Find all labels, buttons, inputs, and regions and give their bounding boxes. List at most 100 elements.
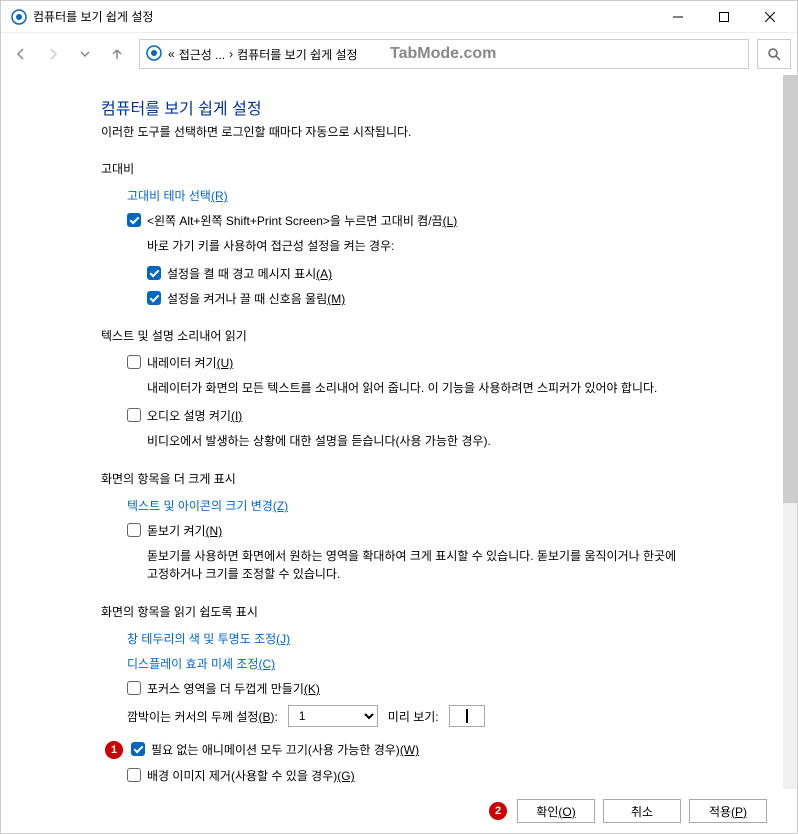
up-button[interactable]	[103, 40, 131, 68]
check-contrast-toggle-row: <왼쪽 Alt+왼쪽 Shift+Print Screen>을 누르면 고대비 …	[127, 212, 683, 229]
check-warn-key: (A)	[316, 267, 332, 281]
check-narrator[interactable]	[127, 355, 141, 369]
check-audio-key: (I)	[231, 409, 242, 423]
link-border-color[interactable]: 창 테두리의 색 및 투명도 조정(J)	[127, 630, 290, 647]
section-larger: 화면의 항목을 더 크게 표시 텍스트 및 아이콘의 크기 변경(Z) 돋보기 …	[101, 470, 683, 583]
link-contrast-theme-text: 고대비 테마 선택	[127, 189, 211, 203]
link-display-fine[interactable]: 디스플레이 효과 미세 조정(C)	[127, 655, 275, 672]
check-sound-row: 설정을 켜거나 끌 때 신호음 울림(M)	[147, 290, 683, 307]
watermark: TabMode.com	[390, 45, 496, 63]
narrator-help: 내레이터가 화면의 모든 텍스트를 소리내어 읽어 줍니다. 이 기능을 사용하…	[147, 379, 683, 397]
audio-help: 비디오에서 발생하는 상황에 대한 설명을 듣습니다(사용 가능한 경우).	[147, 432, 683, 450]
link-contrast-theme-key: (R)	[211, 189, 228, 203]
check-animation-key: (W)	[400, 743, 419, 757]
check-warn-label: 설정을 켤 때 경고 메시지 표시(A)	[167, 265, 332, 282]
recent-button[interactable]	[71, 40, 99, 68]
ok-key: (O)	[558, 805, 575, 819]
section-contrast-title: 고대비	[101, 160, 683, 177]
breadcrumb-item2[interactable]: 컴퓨터를 보기 쉽게 설정	[237, 46, 357, 63]
cursor-width-key: (B)	[258, 710, 274, 724]
check-warn-row: 설정을 켤 때 경고 메시지 표시(A)	[147, 265, 683, 282]
cursor-preview-box	[449, 705, 485, 727]
scrollbar[interactable]	[783, 75, 797, 789]
link-contrast-theme[interactable]: 고대비 테마 선택(R)	[127, 187, 228, 204]
cursor-width-row: 깜박이는 커서의 두께 설정(B): 1 미리 보기:	[127, 705, 683, 727]
check-sound-text: 설정을 켜거나 끌 때 신호음 울림	[167, 292, 327, 306]
badge-1: 1	[105, 741, 123, 759]
check-background-row: 배경 이미지 제거(사용할 수 있을 경우)(G)	[127, 767, 683, 784]
titlebar: 컴퓨터를 보기 쉽게 설정	[1, 1, 797, 33]
cancel-button[interactable]: 취소	[603, 799, 681, 823]
check-narrator-key: (U)	[217, 356, 234, 370]
ok-button[interactable]: 확인(O)	[517, 799, 595, 823]
breadcrumb[interactable]: « 접근성 ... › 컴퓨터를 보기 쉽게 설정 TabMode.com	[139, 39, 749, 69]
check-sound[interactable]	[147, 291, 161, 305]
check-warn-text: 설정을 켤 때 경고 메시지 표시	[167, 267, 316, 281]
navbar: « 접근성 ... › 컴퓨터를 보기 쉽게 설정 TabMode.com	[1, 33, 797, 75]
app-icon	[11, 9, 27, 25]
check-magnifier[interactable]	[127, 523, 141, 537]
check-background-label: 배경 이미지 제거(사용할 수 있을 경우)(G)	[147, 767, 355, 784]
section-easier-title: 화면의 항목을 읽기 쉽도록 표시	[101, 603, 683, 620]
breadcrumb-icon	[146, 45, 164, 63]
check-focus[interactable]	[127, 681, 141, 695]
maximize-button[interactable]	[701, 1, 747, 33]
link-text-size-text: 텍스트 및 아이콘의 크기 변경	[127, 499, 273, 513]
window-title: 컴퓨터를 보기 쉽게 설정	[33, 8, 655, 25]
check-magnifier-text: 돋보기 켜기	[147, 524, 206, 538]
check-narrator-row: 내레이터 켜기(U)	[127, 354, 683, 371]
check-magnifier-label: 돋보기 켜기(N)	[147, 522, 222, 539]
close-button[interactable]	[747, 1, 793, 33]
link-text-size[interactable]: 텍스트 및 아이콘의 크기 변경(Z)	[127, 497, 288, 514]
section-narrator-title: 텍스트 및 설명 소리내어 읽기	[101, 327, 683, 344]
forward-button[interactable]	[39, 40, 67, 68]
ok-text: 확인	[536, 805, 558, 819]
magnifier-help: 돋보기를 사용하면 화면에서 원하는 영역을 확대하여 크게 표시할 수 있습니…	[147, 547, 683, 583]
page-subtitle: 이러한 도구를 선택하면 로그인할 때마다 자동으로 시작됩니다.	[101, 123, 683, 140]
check-contrast-toggle-label: <왼쪽 Alt+왼쪽 Shift+Print Screen>을 누르면 고대비 …	[147, 212, 457, 229]
cursor-width-label: 깜박이는 커서의 두께 설정(B):	[127, 708, 278, 725]
check-focus-key: (K)	[304, 682, 320, 696]
badge-2: 2	[489, 802, 507, 820]
check-audio-row: 오디오 설명 켜기(I)	[127, 407, 683, 424]
link-border-key: (J)	[276, 632, 290, 646]
apply-key: (P)	[731, 805, 747, 819]
search-button[interactable]	[757, 39, 791, 69]
preview-label: 미리 보기:	[388, 708, 439, 725]
minimize-button[interactable]	[655, 1, 701, 33]
cursor-width-select[interactable]: 1	[288, 705, 378, 727]
page-title: 컴퓨터를 보기 쉽게 설정	[101, 95, 683, 119]
check-warn[interactable]	[147, 266, 161, 280]
check-background-key: (G)	[337, 769, 354, 783]
check-magnifier-row: 돋보기 켜기(N)	[127, 522, 683, 539]
cursor-preview	[466, 709, 468, 723]
check-animation-row: 1 필요 없는 애니메이션 모두 끄기(사용 가능한 경우)(W)	[105, 741, 683, 759]
cursor-width-text: 깜박이는 커서의 두께 설정	[127, 710, 258, 724]
check-narrator-text: 내레이터 켜기	[147, 356, 217, 370]
check-narrator-label: 내레이터 켜기(U)	[147, 354, 233, 371]
scrollbar-thumb[interactable]	[783, 75, 797, 503]
check-animation[interactable]	[131, 742, 145, 756]
link-text-size-key: (Z)	[273, 499, 288, 513]
check-sound-key: (M)	[327, 292, 345, 306]
check-animation-label: 필요 없는 애니메이션 모두 끄기(사용 가능한 경우)(W)	[151, 741, 419, 758]
check-background-text: 배경 이미지 제거(사용할 수 있을 경우)	[147, 769, 337, 783]
check-background[interactable]	[127, 768, 141, 782]
check-audio-label: 오디오 설명 켜기(I)	[147, 407, 242, 424]
section-narrator: 텍스트 및 설명 소리내어 읽기 내레이터 켜기(U) 내레이터가 화면의 모든…	[101, 327, 683, 450]
back-button[interactable]	[7, 40, 35, 68]
contrast-subhelp: 바로 가기 키를 사용하여 접근성 설정을 켜는 경우:	[147, 237, 683, 255]
check-focus-row: 포커스 영역을 더 두껍게 만들기(K)	[127, 680, 683, 697]
check-contrast-toggle[interactable]	[127, 213, 141, 227]
link-display-text: 디스플레이 효과 미세 조정	[127, 657, 258, 671]
check-audio[interactable]	[127, 408, 141, 422]
check-contrast-toggle-text: <왼쪽 Alt+왼쪽 Shift+Print Screen>을 누르면 고대비 …	[147, 214, 443, 228]
footer: 2 확인(O) 취소 적용(P)	[1, 789, 797, 833]
check-focus-text: 포커스 영역을 더 두껍게 만들기	[147, 682, 304, 696]
section-contrast: 고대비 고대비 테마 선택(R) <왼쪽 Alt+왼쪽 Shift+Print …	[101, 160, 683, 307]
breadcrumb-item1[interactable]: 접근성 ...	[179, 46, 225, 63]
link-display-key: (C)	[258, 657, 275, 671]
check-contrast-toggle-key: (L)	[443, 214, 458, 228]
apply-button[interactable]: 적용(P)	[689, 799, 767, 823]
check-magnifier-key: (N)	[206, 524, 223, 538]
